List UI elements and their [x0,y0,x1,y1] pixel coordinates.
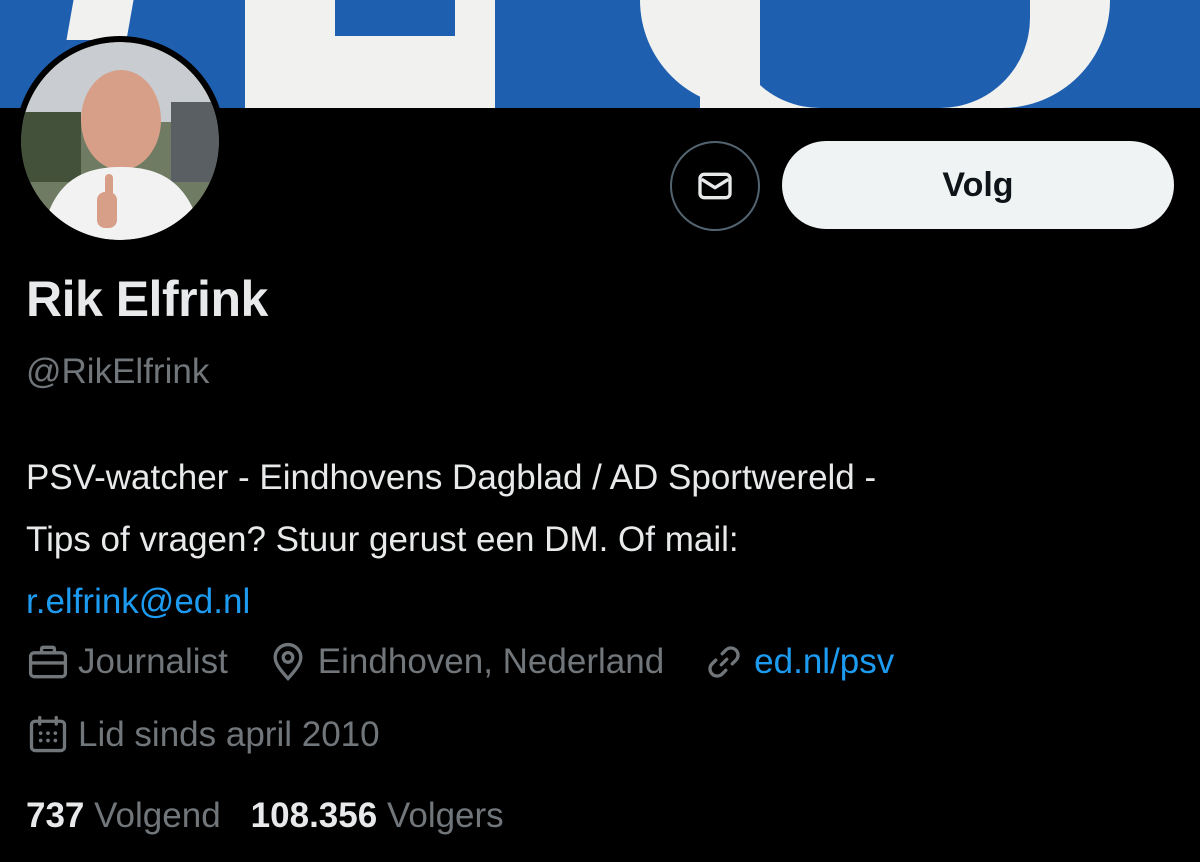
joined-row: Lid sinds april 2010 [26,713,418,757]
profession-text: Journalist [78,642,228,681]
follow-button[interactable]: Volg [782,141,1174,229]
bio-line: PSV-watcher - Eindhovens Dagblad / AD Sp… [26,458,877,497]
link-icon [708,646,740,678]
following-stat[interactable]: 737 Volgend [26,796,221,836]
calendar-icon [29,715,67,753]
envelope-icon [698,172,732,200]
followers-label: Volgers [386,796,504,835]
profession-item: Journalist [26,640,228,684]
bio-line: Tips of vragen? Stuur gerust een DM. Of … [26,520,739,559]
following-label: Volgend [94,796,221,835]
profile-name: Rik Elfrink [26,271,268,327]
briefcase-icon [28,645,68,679]
profile-bio: PSV-watcher - Eindhovens Dagblad / AD Sp… [26,447,1176,633]
message-button[interactable] [670,141,760,231]
profile-handle: @RikElfrink [26,352,210,391]
profile-stats: 737 Volgend 108.356 Volgers [26,796,534,836]
joined-item: Lid sinds april 2010 [26,713,380,757]
profile-meta: Journalist Eindhoven, Nederland ed.nl/ps… [26,640,932,684]
location-pin-icon [273,642,303,681]
location-text: Eindhoven, Nederland [317,642,665,681]
followers-count: 108.356 [250,796,378,835]
avatar-photo [21,42,219,240]
location-item: Eindhoven, Nederland [266,640,664,684]
website-link[interactable]: ed.nl/psv [754,642,894,682]
website-item[interactable]: ed.nl/psv [702,640,894,684]
following-count: 737 [26,796,85,835]
joined-text: Lid sinds april 2010 [78,715,380,754]
bio-email-link[interactable]: r.elfrink@ed.nl [26,582,250,621]
avatar[interactable] [15,36,225,246]
profile-page: Volg Rik Elfrink @RikElfrink PSV-watcher… [0,0,1200,862]
followers-stat[interactable]: 108.356 Volgers [251,796,504,836]
